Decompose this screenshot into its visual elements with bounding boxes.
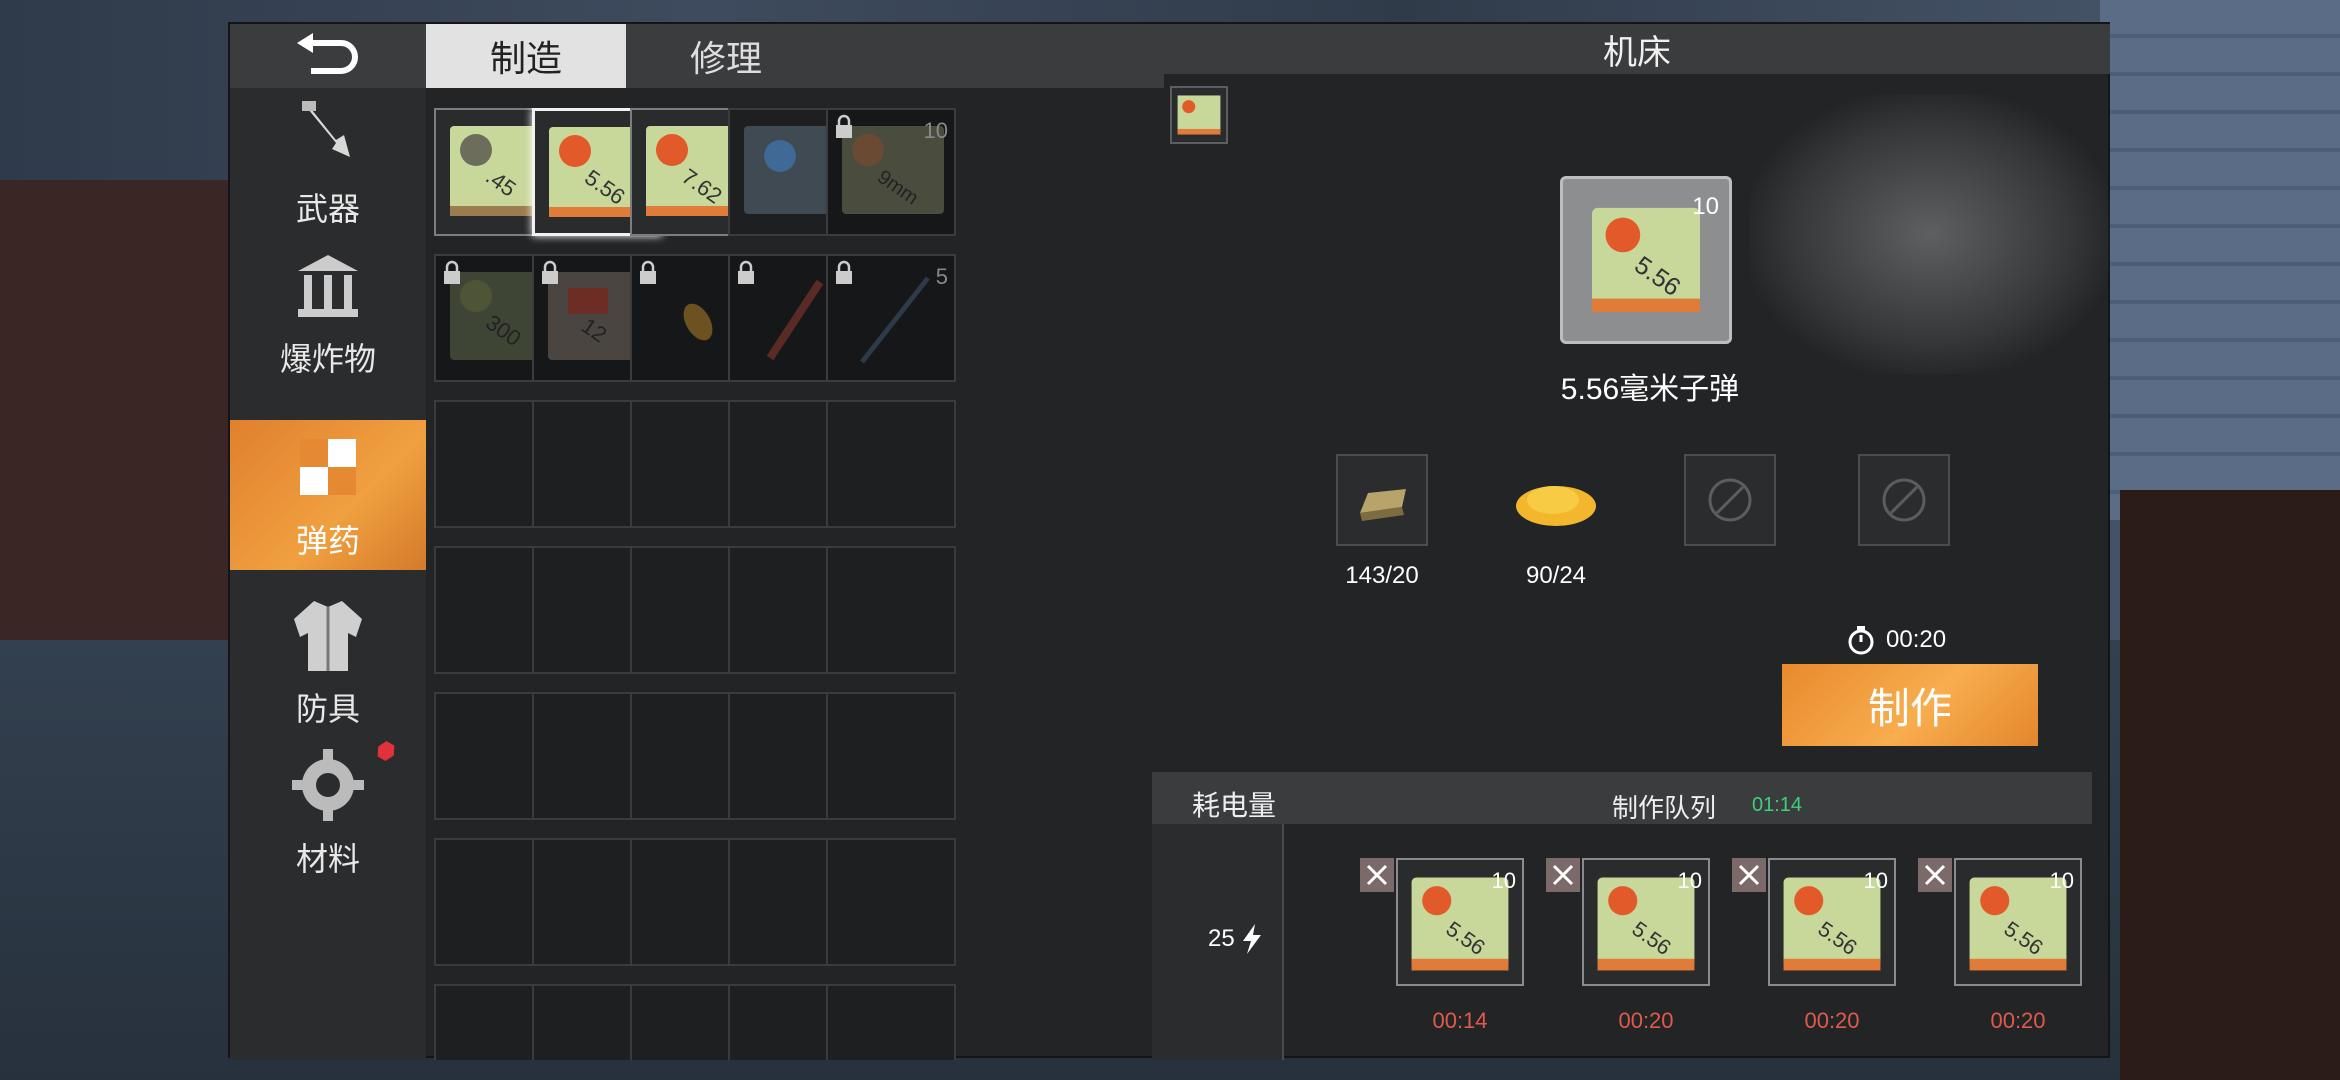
background-desk	[2120, 490, 2340, 1080]
queue-item-slot[interactable]: 5.56 10	[1768, 858, 1896, 986]
lathe-machine-image	[1750, 94, 2110, 374]
gear-icon	[283, 740, 373, 830]
queue-item-time: 00:20	[1990, 1008, 2046, 1033]
empty-slot-icon	[1708, 478, 1752, 522]
metal-ingot-icon	[1360, 489, 1406, 521]
lock-icon	[836, 114, 852, 138]
queue-item-time: 00:14	[1432, 1008, 1488, 1033]
crafting-panel: 武器 爆炸物 弹药 防具 材料 制造 修理 .45 5.56 7.62 9mm …	[228, 22, 2110, 1060]
close-icon	[1738, 864, 1760, 886]
material-slot-ingot[interactable]	[1336, 454, 1428, 546]
explosive-building-icon	[283, 240, 373, 330]
item-count: 10	[923, 118, 948, 143]
queue-item-count: 10	[1677, 868, 1702, 893]
lock-icon	[738, 260, 754, 284]
craft-queue-label: 制作队列	[1612, 793, 1717, 823]
empty-slot[interactable]	[826, 400, 956, 528]
close-icon	[1366, 864, 1388, 886]
cancel-queue-item-button[interactable]	[1546, 858, 1580, 892]
category-sidebar: 武器 爆炸物 弹药 防具 材料	[230, 24, 426, 1060]
queue-item-time: 00:20	[1804, 1008, 1860, 1033]
selected-item-count: 10	[1692, 193, 1719, 220]
background-wall-right	[2100, 0, 2340, 520]
queue-item-count: 10	[1863, 868, 1888, 893]
stopwatch-icon	[1848, 626, 1874, 655]
queue-item-count: 10	[2049, 868, 2074, 893]
jacket-icon	[283, 590, 373, 680]
material-amount: 143/20	[1345, 562, 1419, 589]
cancel-queue-item-button[interactable]	[1918, 858, 1952, 892]
cancel-queue-item-button[interactable]	[1360, 858, 1394, 892]
queue-item-slot[interactable]: 5.56 10	[1582, 858, 1710, 986]
close-icon	[1552, 864, 1574, 886]
queue-item-count: 10	[1491, 868, 1516, 893]
back-button[interactable]	[230, 24, 426, 88]
empty-slot[interactable]	[826, 984, 956, 1060]
powder-icon	[1516, 486, 1596, 526]
empty-slot[interactable]	[826, 692, 956, 820]
lightning-icon	[1242, 924, 1261, 954]
workbench-mini-slot	[1170, 86, 1228, 144]
queue-item-time: 00:20	[1618, 1008, 1674, 1033]
queue-item-slot[interactable]: 5.56 10	[1396, 858, 1524, 986]
material-slot-powder[interactable]	[1510, 454, 1602, 546]
selected-item-slot: 5.56 10	[1560, 176, 1732, 344]
category-label: 爆炸物	[279, 341, 376, 377]
tab-make[interactable]: 制造	[426, 24, 626, 88]
queue-total-time: 01:14	[1752, 794, 1803, 816]
item-slot-arrow[interactable]: 5	[826, 254, 956, 382]
category-weapons[interactable]: 武器	[230, 88, 426, 238]
category-ammo[interactable]: 弹药	[230, 420, 426, 570]
queue-item-slot[interactable]: 5.56 10	[1954, 858, 2082, 986]
category-label: 弹药	[295, 523, 360, 559]
craft-timer: 00:20	[1846, 620, 2046, 660]
empty-material-slot	[1858, 454, 1950, 546]
tab-repair[interactable]: 修理	[626, 24, 826, 88]
chainsaw-icon	[283, 90, 373, 180]
lock-icon	[640, 260, 656, 284]
item-count: 5	[935, 264, 948, 289]
category-materials[interactable]: 材料	[230, 738, 426, 888]
power-consumption-label: 耗电量	[1192, 790, 1277, 821]
item-slot-9mm[interactable]: 9mm 10	[826, 108, 956, 236]
category-armor[interactable]: 防具	[230, 588, 426, 738]
ammo-checker-icon	[283, 422, 373, 512]
empty-slot[interactable]	[826, 838, 956, 966]
category-label: 武器	[295, 191, 360, 227]
lock-icon	[836, 260, 852, 284]
selected-item-name: 5.56毫米子弹	[1560, 373, 1740, 406]
empty-slot[interactable]	[826, 546, 956, 674]
ammo-box-icon	[1177, 95, 1221, 135]
craft-time: 00:20	[1886, 626, 1947, 653]
back-arrow-icon	[297, 33, 358, 74]
workbench-title: 机床	[1164, 24, 2110, 74]
craft-button[interactable]: 制作	[1782, 664, 2038, 746]
category-explosives[interactable]: 爆炸物	[230, 238, 426, 388]
empty-material-slot	[1684, 454, 1776, 546]
lock-icon	[542, 260, 558, 284]
item-grid: .45 10 5.56 10 7.62 10 10 9mm 10 300 6 1…	[434, 108, 1154, 1060]
close-icon	[1924, 864, 1946, 886]
cancel-queue-item-button[interactable]	[1732, 858, 1766, 892]
power-value-row: 25	[1208, 924, 1265, 954]
mode-tabs: 制造 修理	[426, 24, 1164, 88]
material-amount: 90/24	[1525, 562, 1587, 589]
category-label: 防具	[295, 691, 360, 727]
empty-slot-icon	[1882, 478, 1926, 522]
background-wall-left	[0, 180, 230, 640]
power-value: 25	[1208, 925, 1235, 952]
arrow-icon	[860, 276, 930, 364]
lock-icon	[444, 260, 460, 284]
category-label: 材料	[295, 841, 360, 877]
